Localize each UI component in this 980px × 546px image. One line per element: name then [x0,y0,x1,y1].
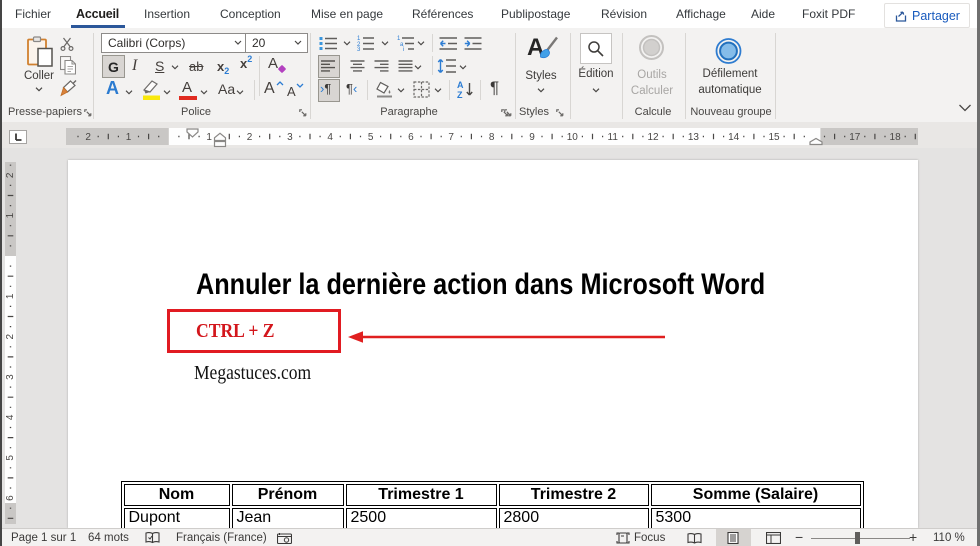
svg-text:2: 2 [5,333,16,339]
svg-text:i: i [403,47,404,51]
svg-text:2: 2 [5,172,16,178]
svg-text:2: 2 [85,132,91,143]
svg-text:Z: Z [457,90,463,99]
svg-text:5: 5 [368,132,374,143]
svg-text:8: 8 [489,132,495,143]
svg-text:4: 4 [327,132,333,143]
svg-text:14: 14 [728,132,740,143]
svg-text:18: 18 [890,132,902,143]
svg-text:11: 11 [608,132,619,143]
svg-text:1: 1 [206,132,212,143]
svg-text:3: 3 [287,132,293,143]
svg-text:1: 1 [5,293,16,299]
svg-text:3: 3 [5,374,16,380]
svg-text:6: 6 [5,495,16,501]
svg-text:2: 2 [247,132,253,143]
svg-text:5: 5 [5,455,16,461]
svg-text:A: A [457,80,464,90]
svg-text:9: 9 [529,132,535,143]
svg-text:3: 3 [357,47,361,51]
svg-text:17: 17 [849,132,861,143]
svg-text:4: 4 [5,414,16,420]
svg-text:15: 15 [768,132,780,143]
svg-text:12: 12 [647,132,659,143]
svg-text:7: 7 [448,132,454,143]
svg-text:1: 1 [126,132,132,143]
svg-text:1: 1 [5,212,16,218]
svg-text:10: 10 [567,132,579,143]
svg-text:13: 13 [688,132,700,143]
svg-text:6: 6 [408,132,414,143]
